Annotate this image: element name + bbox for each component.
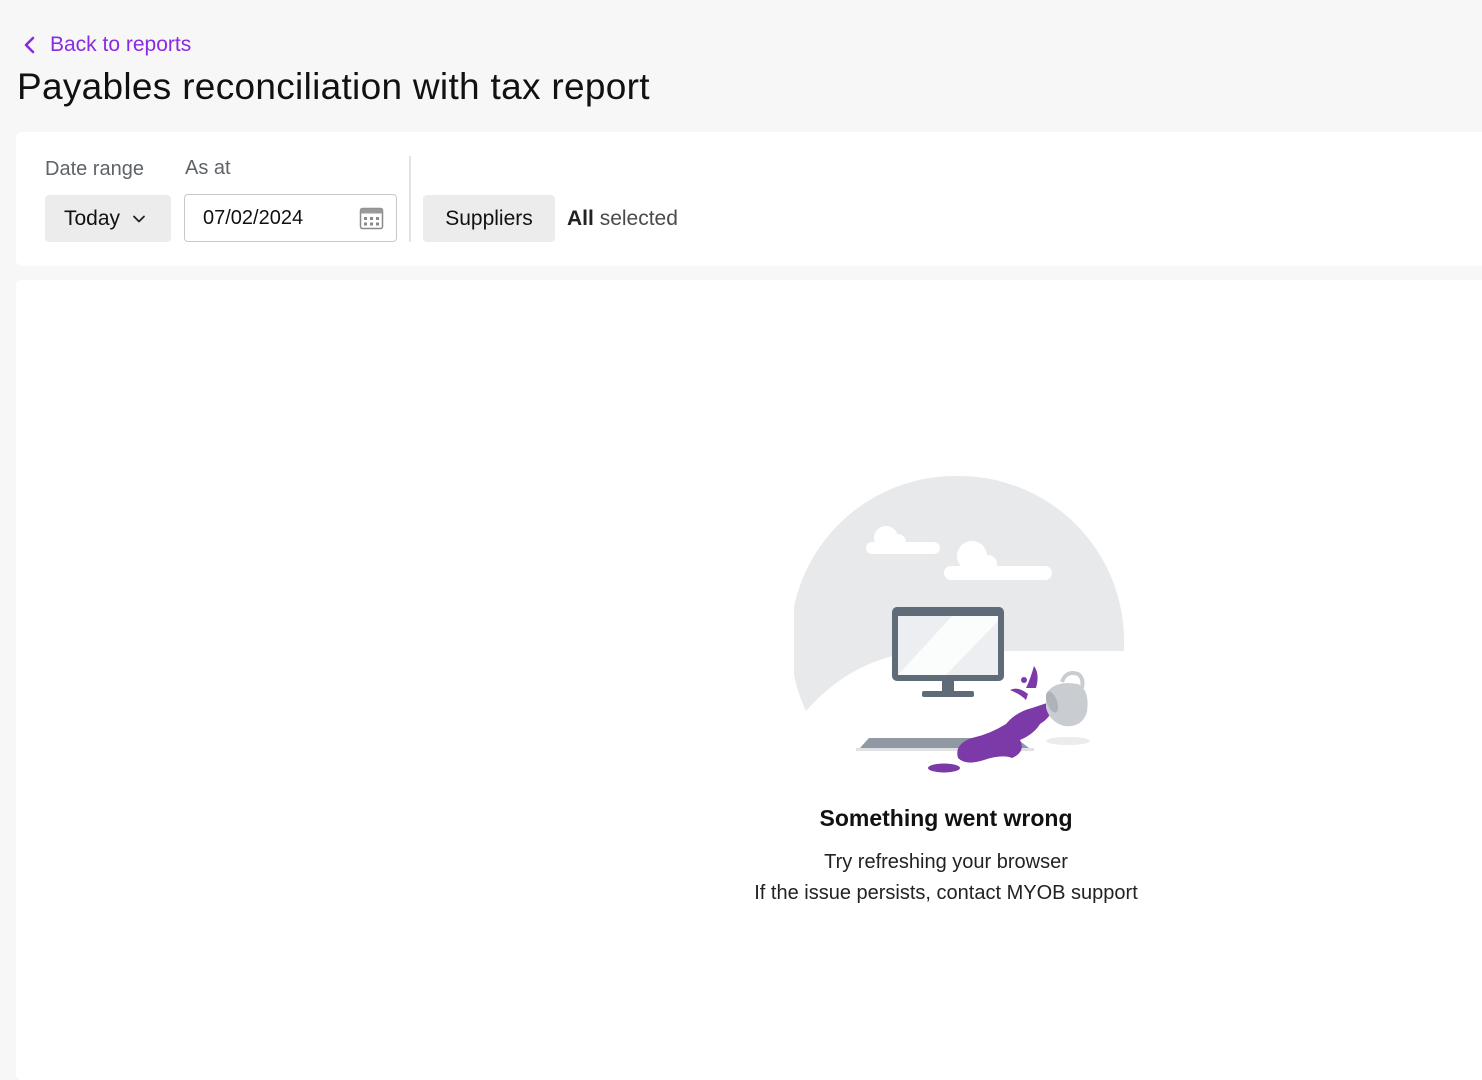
suppliers-selection-summary: All selected [567,207,678,231]
report-content-panel: Something went wrong Try refreshing your… [16,280,1482,1080]
chevron-left-icon [24,36,35,54]
back-link-label: Back to reports [50,33,192,56]
filter-divider [409,156,411,242]
as-at-date-field [184,194,397,242]
spilled-coffee-computer-illustration [794,476,1124,773]
error-message-refresh: Try refreshing your browser [824,851,1068,873]
filter-bar: Date range As at Today Suppliers All sel… [16,132,1482,266]
page-title: Payables reconciliation with tax report [17,66,650,107]
error-title: Something went wrong [819,805,1073,831]
date-range-label: Date range [45,158,144,180]
suppliers-button[interactable]: Suppliers [423,195,555,242]
error-message-support: If the issue persists, contact MYOB supp… [754,882,1138,904]
date-range-dropdown[interactable]: Today [45,195,171,242]
back-to-reports-link[interactable]: Back to reports [20,31,191,59]
selection-suffix: selected [599,207,678,230]
chevron-down-icon [133,215,145,222]
as-at-date-input[interactable] [185,195,355,241]
selection-all: All [567,207,594,230]
calendar-icon[interactable] [359,206,384,231]
as-at-label: As at [185,157,231,179]
date-range-value: Today [64,206,121,230]
